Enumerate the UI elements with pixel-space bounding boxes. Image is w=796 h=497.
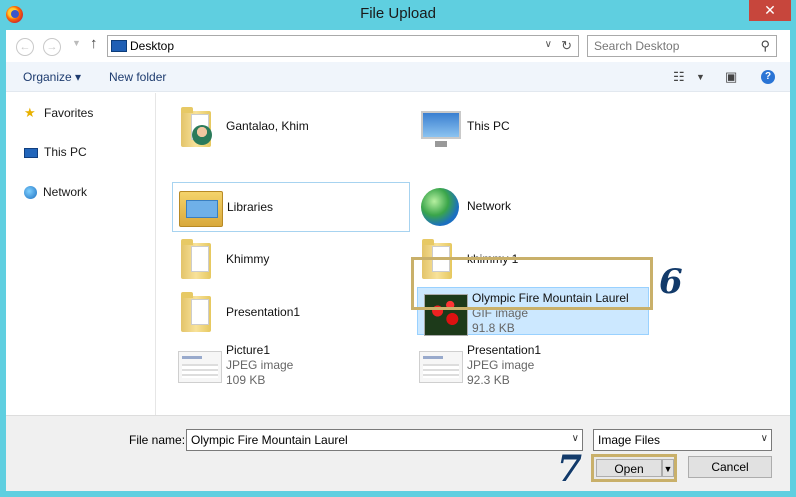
- preview-pane-icon[interactable]: ▣: [725, 69, 737, 85]
- refresh-icon[interactable]: ↻: [561, 38, 572, 54]
- file-name-field[interactable]: Olympic Fire Mountain Laurel ∨: [186, 429, 583, 451]
- up-button[interactable]: ↑: [90, 35, 98, 52]
- address-text: Desktop: [130, 39, 175, 53]
- navigation-pane: ★ Favorites This PC Network: [6, 93, 156, 415]
- window-title: File Upload: [360, 5, 436, 22]
- file-size: 91.8 KB: [472, 321, 515, 335]
- chevron-down-icon[interactable]: ∨: [545, 39, 552, 50]
- file-name: Presentation1: [467, 343, 542, 357]
- new-folder-button[interactable]: New folder: [109, 70, 166, 84]
- help-icon[interactable]: ?: [761, 70, 775, 84]
- file-name: Libraries: [227, 200, 274, 214]
- title-bar[interactable]: File Upload ✕: [0, 0, 796, 30]
- chevron-down-icon[interactable]: ▼: [662, 459, 674, 477]
- computer-icon: [417, 105, 463, 151]
- file-item[interactable]: Picture1 JPEG image 109 KB: [172, 341, 410, 391]
- file-name: This PC: [467, 119, 510, 133]
- file-name-label: File name:: [129, 433, 186, 447]
- file-item[interactable]: Gantalao, Khim: [172, 103, 410, 153]
- file-name: Presentation1: [226, 305, 301, 319]
- nav-item-favorites[interactable]: ★ Favorites: [24, 105, 93, 123]
- address-row: ← → ▼ ↑ Desktop ∨ ↻ Search Desktop ⚲: [6, 30, 790, 62]
- open-button[interactable]: Open ▼: [591, 454, 677, 482]
- search-input[interactable]: Search Desktop ⚲: [587, 35, 777, 57]
- view-options-icon[interactable]: ☷: [673, 69, 685, 85]
- computer-icon: [24, 147, 38, 158]
- file-size: 92.3 KB: [467, 373, 510, 387]
- forward-button[interactable]: →: [43, 38, 61, 56]
- cancel-button[interactable]: Cancel: [688, 456, 772, 478]
- chevron-down-icon[interactable]: ∨: [761, 433, 768, 444]
- desktop-icon: [111, 40, 127, 52]
- file-name: Khimmy: [226, 252, 270, 266]
- step-7-callout: 7: [557, 448, 583, 490]
- star-icon: ★: [24, 105, 36, 120]
- step-highlight-frame: [411, 257, 653, 310]
- file-name: Network: [467, 199, 512, 213]
- file-type: JPEG image: [226, 358, 294, 372]
- back-button[interactable]: ←: [16, 38, 34, 56]
- image-thumbnail: [176, 343, 222, 389]
- libraries-icon: [177, 185, 223, 231]
- file-item[interactable]: Presentation1: [172, 288, 410, 338]
- chevron-down-icon[interactable]: ∨: [572, 433, 579, 444]
- nav-item-label: This PC: [44, 145, 87, 159]
- file-item[interactable]: Khimmy: [172, 235, 410, 285]
- user-folder-icon: [176, 105, 222, 151]
- command-bar: Organize ▾ New folder ☷ ▼ ▣ ?: [6, 62, 790, 92]
- nav-item-network[interactable]: Network: [24, 185, 87, 203]
- open-button-label[interactable]: Open: [596, 459, 662, 477]
- file-name-value: Olympic Fire Mountain Laurel: [191, 433, 348, 447]
- folder-icon: [176, 290, 222, 336]
- search-icon[interactable]: ⚲: [760, 38, 770, 54]
- dialog-body: ← → ▼ ↑ Desktop ∨ ↻ Search Desktop ⚲ Org…: [6, 30, 790, 491]
- close-button[interactable]: ✕: [749, 0, 791, 21]
- organize-menu[interactable]: Organize ▾: [23, 70, 81, 84]
- file-type: JPEG image: [467, 358, 535, 372]
- address-bar[interactable]: Desktop ∨ ↻: [107, 35, 579, 57]
- nav-item-label: Favorites: [44, 106, 94, 120]
- file-item[interactable]: This PC: [413, 103, 651, 153]
- chevron-down-icon[interactable]: ▼: [696, 72, 705, 82]
- file-list: Gantalao, Khim This PC Libraries Network…: [157, 93, 790, 415]
- step-6-callout: 6: [659, 262, 683, 302]
- folder-icon: [176, 237, 222, 283]
- recent-locations-dropdown[interactable]: ▼: [72, 38, 81, 48]
- file-item[interactable]: Libraries: [172, 182, 410, 232]
- file-upload-window: File Upload ✕ ← → ▼ ↑ Desktop ∨ ↻ Search…: [0, 0, 796, 497]
- search-placeholder: Search Desktop: [594, 39, 680, 53]
- file-name: Picture1: [226, 343, 271, 357]
- file-size: 109 KB: [226, 373, 266, 387]
- file-item[interactable]: Presentation1 JPEG image 92.3 KB: [413, 341, 651, 391]
- file-name: Gantalao, Khim: [226, 119, 309, 133]
- file-type-select[interactable]: Image Files ∨: [593, 429, 772, 451]
- file-type-value: Image Files: [598, 433, 661, 447]
- nav-item-this-pc[interactable]: This PC: [24, 145, 87, 163]
- network-icon: [24, 186, 37, 200]
- network-icon: [417, 184, 463, 230]
- image-thumbnail: [417, 343, 463, 389]
- nav-item-label: Network: [43, 185, 88, 199]
- file-item[interactable]: Network: [413, 182, 651, 232]
